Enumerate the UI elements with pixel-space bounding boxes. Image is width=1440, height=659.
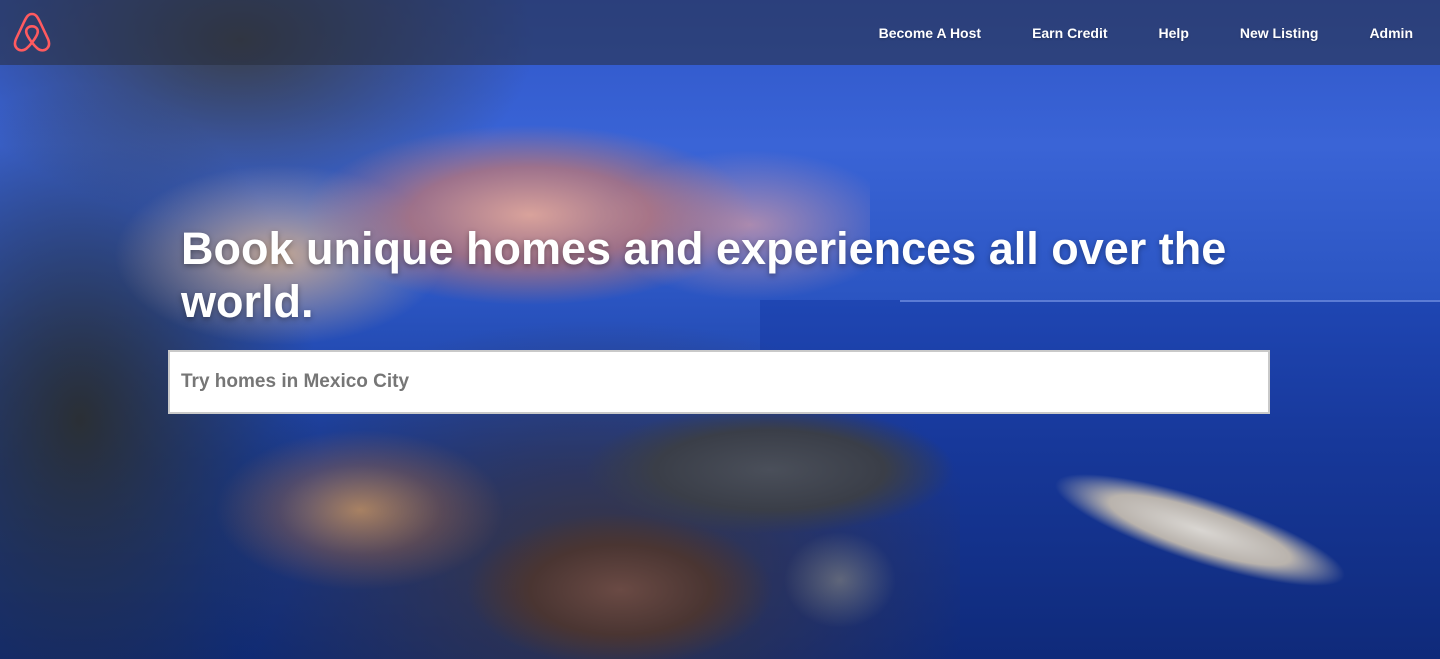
nav-link-new-listing[interactable]: New Listing: [1240, 25, 1319, 41]
hero-background-image: [0, 0, 1440, 659]
nav-link-become-a-host[interactable]: Become A Host: [879, 25, 981, 41]
airbnb-logo-icon[interactable]: [12, 11, 52, 55]
airbnb-belo-svg: [13, 12, 51, 52]
water-reflection: [760, 520, 920, 640]
hero-headline: Book unique homes and experiences all ov…: [181, 223, 1227, 327]
nav-link-help[interactable]: Help: [1159, 25, 1189, 41]
nav-link-admin[interactable]: Admin: [1369, 25, 1413, 41]
nav-link-earn-credit[interactable]: Earn Credit: [1032, 25, 1107, 41]
hero-section: Become A Host Earn Credit Help New Listi…: [0, 0, 1440, 659]
foreground-rocks: [440, 500, 800, 659]
top-nav-bar: Become A Host Earn Credit Help New Listi…: [0, 0, 1440, 65]
search-input[interactable]: [168, 350, 1270, 414]
nav-links: Become A Host Earn Credit Help New Listi…: [879, 25, 1413, 41]
